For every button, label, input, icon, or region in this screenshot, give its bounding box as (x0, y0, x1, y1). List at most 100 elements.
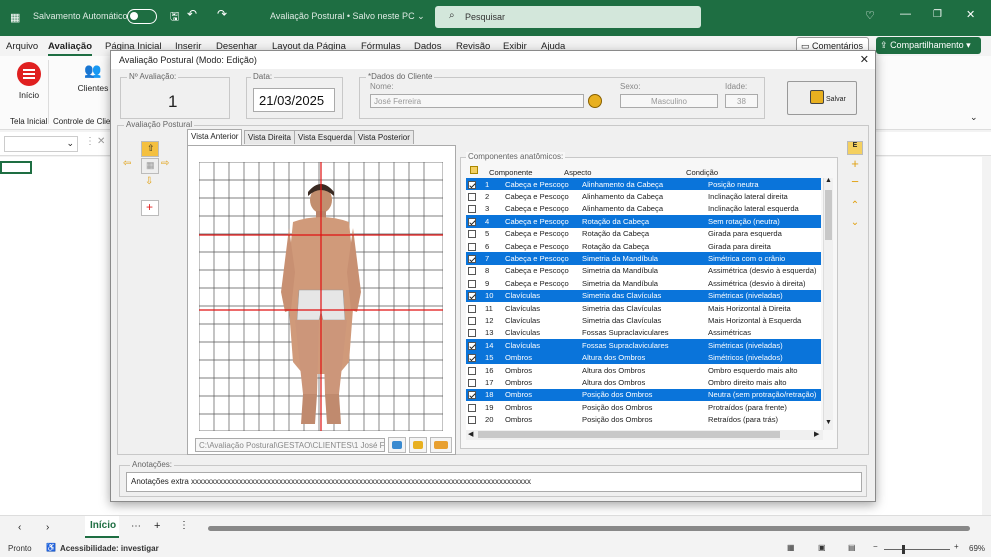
scroll-right-icon[interactable]: ▶ (814, 430, 819, 438)
table-row[interactable]: 12 Clavículas Simetria das Clavículas Mais … (466, 314, 821, 326)
row-checkbox-cell[interactable] (466, 364, 483, 376)
inicio-button[interactable]: Início (14, 62, 44, 102)
row-checkbox-cell[interactable] (466, 203, 483, 215)
clientes-button[interactable]: 👥 Clientes (76, 62, 110, 102)
components-table[interactable]: 1 Cabeça e Pescoço Alinhamento da Cabeça Po… (466, 178, 821, 426)
table-row[interactable]: 20 Ombros Posição dos Ombros Retraídos (par… (466, 413, 821, 425)
scroll-up-icon[interactable]: ▲ (825, 177, 832, 184)
table-row[interactable]: 4 Cabeça e Pescoço Rotação da Cabeça Sem ro… (466, 215, 821, 228)
row-checkbox-cell[interactable] (466, 240, 483, 252)
zoom-in-icon[interactable]: + (954, 542, 959, 551)
lightbulb-icon[interactable]: ♡ (865, 9, 875, 22)
tab-vista-anterior[interactable]: Vista Anterior (187, 129, 243, 145)
add-sheet-icon[interactable]: + (154, 520, 160, 532)
row-checkbox[interactable] (468, 230, 476, 239)
move-left-icon[interactable]: ⇦ (123, 158, 141, 174)
edit-icon[interactable]: E (847, 141, 863, 155)
row-checkbox[interactable] (468, 217, 476, 226)
table-row[interactable]: 16 Ombros Altura dos Ombros Ombro esquerdo … (466, 364, 821, 376)
row-checkbox-cell[interactable] (466, 401, 483, 413)
options-icon[interactable]: ⋮ (179, 520, 189, 531)
row-checkbox-cell[interactable] (466, 265, 483, 277)
next-sheet-icon[interactable]: › (46, 522, 49, 533)
row-down-icon[interactable]: ⌄ (847, 217, 863, 231)
save-icon[interactable]: 🖫 (170, 8, 179, 27)
folder-icon[interactable] (409, 437, 427, 453)
row-checkbox-cell[interactable] (466, 228, 483, 240)
page-break-icon[interactable]: ▤ (848, 543, 856, 552)
row-checkbox-cell[interactable] (466, 314, 483, 326)
close-window-icon[interactable]: ✕ (966, 8, 975, 21)
table-row[interactable]: 15 Ombros Altura dos Ombros Simétricos (niv… (466, 351, 821, 364)
row-checkbox-cell[interactable] (466, 351, 483, 364)
table-row[interactable]: 17 Ombros Altura dos Ombros Ombro direito m… (466, 376, 821, 388)
row-checkbox-cell[interactable] (466, 215, 483, 228)
tab-vista-direita[interactable]: Vista Direita (244, 130, 295, 144)
table-row[interactable]: 9 Cabeça e Pescoço Simetria da Mandíbula As… (466, 277, 821, 289)
row-checkbox[interactable] (468, 378, 476, 387)
table-row[interactable]: 7 Cabeça e Pescoço Simetria da Mandíbula Si… (466, 252, 821, 265)
move-down-icon[interactable]: ⇩ (141, 176, 159, 192)
table-row[interactable]: 8 Cabeça e Pescoço Simetria da Mandíbula As… (466, 265, 821, 277)
more-icon[interactable]: ⋮ (85, 136, 95, 147)
normal-view-icon[interactable]: ▦ (787, 543, 795, 552)
sexo-input[interactable]: Masculino (620, 94, 718, 108)
scroll-down-icon[interactable]: ▼ (825, 419, 832, 426)
row-checkbox[interactable] (468, 242, 476, 251)
posture-grid[interactable] (199, 162, 443, 431)
table-hscroll[interactable]: ◀ ▶ (466, 430, 823, 440)
zoom-out-icon[interactable]: − (873, 542, 878, 551)
row-checkbox-cell[interactable] (466, 339, 483, 352)
minimize-icon[interactable]: — (900, 8, 911, 20)
row-checkbox-cell[interactable] (466, 178, 483, 191)
row-checkbox[interactable] (468, 341, 476, 350)
table-row[interactable]: 5 Cabeça e Pescoço Rotação da Cabeça Girada… (466, 228, 821, 240)
row-checkbox-cell[interactable] (466, 190, 483, 202)
table-row[interactable]: 2 Cabeça e Pescoço Alinhamento da Cabeça In… (466, 190, 821, 202)
row-checkbox-cell[interactable] (466, 302, 483, 314)
data-input[interactable]: 21/03/2025 (253, 88, 335, 112)
tab-vista-esquerda[interactable]: Vista Esquerda (294, 130, 357, 144)
row-checkbox-cell[interactable] (466, 388, 483, 402)
search-box[interactable]: ⌕ Pesquisar (435, 6, 701, 28)
zoom-level[interactable]: 69% (969, 544, 985, 553)
row-checkbox[interactable] (468, 279, 476, 288)
row-checkbox-cell[interactable] (466, 413, 483, 425)
table-vscroll[interactable]: ▲ ▼ (823, 177, 833, 430)
table-row[interactable]: 1 Cabeça e Pescoço Alinhamento da Cabeça Po… (466, 178, 821, 191)
load-image-icon[interactable] (388, 437, 406, 453)
table-row[interactable]: 14 Clavículas Fossas Supraclaviculares Simé… (466, 339, 821, 352)
row-up-icon[interactable]: ⌃ (847, 200, 863, 214)
vertical-scrollbar[interactable] (982, 157, 991, 515)
table-row[interactable]: 11 Clavículas Simetria das Clavículas Mais … (466, 302, 821, 314)
anotacoes-input[interactable]: Anotações extra xxxxxxxxxxxxxxxxxxxxxxxx… (126, 472, 862, 492)
tab-arquivo[interactable]: Arquivo (6, 41, 38, 52)
table-row[interactable]: 10 Clavículas Simetria das Clavículas Simét… (466, 289, 821, 302)
page-layout-icon[interactable]: ▣ (818, 543, 826, 552)
autosave-toggle[interactable] (127, 9, 157, 24)
nome-input[interactable]: José Ferreira (370, 94, 584, 108)
sheet-tab-inicio[interactable]: Início (85, 516, 119, 538)
row-checkbox[interactable] (468, 255, 476, 264)
move-right-icon[interactable]: ⇨ (161, 158, 179, 174)
row-checkbox[interactable] (468, 403, 476, 412)
row-checkbox[interactable] (468, 391, 476, 400)
row-checkbox[interactable] (468, 304, 476, 313)
dialog-close-icon[interactable]: ✕ (860, 53, 869, 66)
zoom-thumb[interactable] (902, 545, 905, 554)
grid-toggle-icon[interactable]: ▦ (141, 158, 159, 174)
prev-sheet-icon[interactable]: ‹ (18, 522, 21, 533)
table-row[interactable]: 19 Ombros Posição dos Ombros Protraídos (pa… (466, 401, 821, 413)
name-box[interactable]: ⌄ (4, 136, 78, 152)
scroll-left-icon[interactable]: ◀ (468, 430, 473, 438)
row-checkbox[interactable] (468, 366, 476, 375)
tab-avaliacao[interactable]: Avaliação (48, 41, 93, 56)
zoom-slider[interactable] (884, 545, 950, 554)
table-row[interactable]: 13 Clavículas Fossas Supraclaviculares Assi… (466, 327, 821, 339)
table-row[interactable]: 3 Cabeça e Pescoço Alinhamento da Cabeça In… (466, 203, 821, 215)
move-up-icon[interactable]: ⇧ (141, 141, 159, 157)
add-row-icon[interactable]: + (847, 157, 863, 172)
status-accessibility[interactable]: Acessibilidade: investigar (60, 544, 159, 553)
search-client-icon[interactable] (588, 94, 602, 108)
row-checkbox-cell[interactable] (466, 289, 483, 302)
